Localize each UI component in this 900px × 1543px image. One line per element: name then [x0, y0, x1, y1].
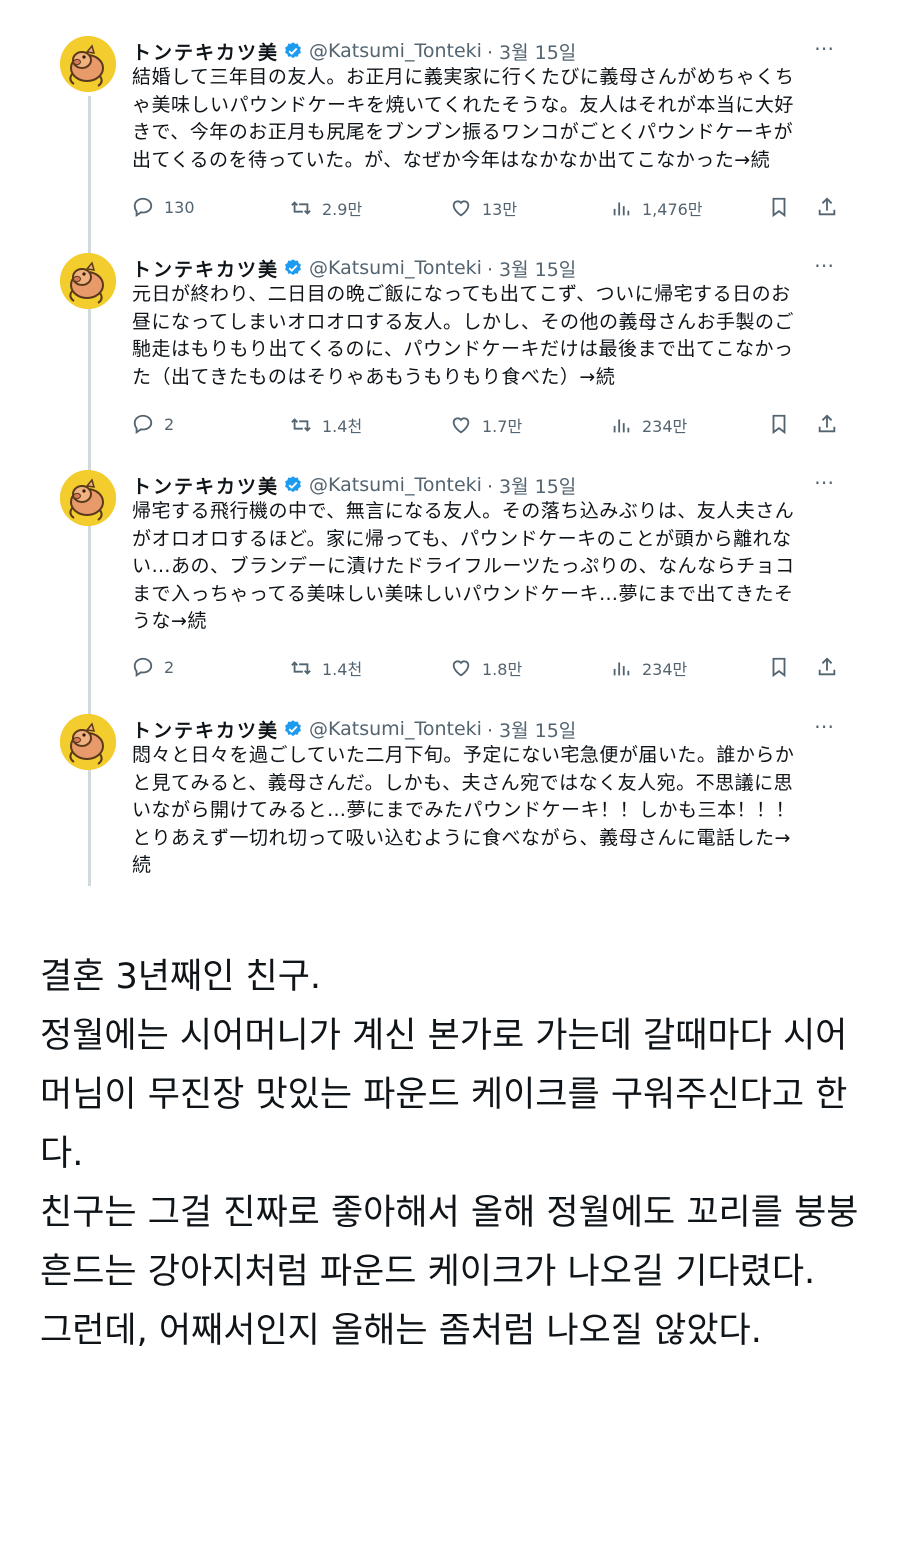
retweet-count: 1.4천 [322, 660, 363, 679]
bookmark-button[interactable] [768, 413, 800, 435]
tweet-date[interactable]: · 3월 15일 [487, 716, 576, 743]
like-count: 1.8만 [482, 660, 523, 679]
views-button[interactable]: 234만 [610, 413, 687, 437]
author-name[interactable]: トンテキカツ美 [132, 255, 279, 282]
view-count: 234만 [642, 660, 688, 679]
author-handle[interactable]: @Katsumi_Tonteki [309, 474, 482, 496]
retweet-count: 2.9만 [322, 200, 363, 219]
author-name[interactable]: トンテキカツ美 [132, 472, 279, 499]
like-count: 13만 [482, 200, 518, 219]
tweet-header: トンテキカツ美 @Katsumi_Tonteki · 3월 15일 [132, 38, 576, 64]
avatar[interactable] [60, 470, 116, 526]
bookmark-button[interactable] [768, 196, 800, 218]
avatar[interactable] [60, 714, 116, 770]
reply-count: 2 [164, 414, 175, 434]
reply-button[interactable]: 2 [132, 656, 174, 678]
author-name[interactable]: トンテキカツ美 [132, 38, 279, 65]
reply-icon [133, 657, 153, 677]
korean-translation-text: 결혼 3년째인 친구. 정월에는 시어머니가 계신 본가로 가는데 갈때마다 시… [40, 957, 859, 1351]
tweet-header: トンテキカツ美 @Katsumi_Tonteki · 3월 15일 [132, 255, 576, 281]
tweet-actions: 130 2.9만 13만 1,476만 [0, 196, 900, 224]
bookmark-icon [772, 657, 786, 678]
like-button[interactable]: 13만 [450, 196, 517, 220]
tweet-text: 帰宅する飛行機の中で、無言になる友人。その落ち込みぶりは、友人夫さん がオロオロ… [132, 500, 795, 632]
share-button[interactable] [816, 413, 848, 435]
tweet-date[interactable]: · 3월 15일 [487, 472, 576, 499]
retweet-button[interactable]: 1.4천 [290, 656, 362, 680]
like-button[interactable]: 1.8만 [450, 656, 522, 680]
author-handle[interactable]: @Katsumi_Tonteki [309, 257, 482, 279]
tweet-date[interactable]: · 3월 15일 [487, 38, 576, 65]
tweet-date[interactable]: · 3월 15일 [487, 255, 576, 282]
share-button[interactable] [816, 196, 848, 218]
author-name[interactable]: トンテキカツ美 [132, 716, 279, 743]
retweet-icon [291, 201, 311, 215]
pig-cutlet-avatar-icon [60, 36, 116, 92]
reply-button[interactable]: 130 [132, 196, 195, 218]
share-icon [818, 657, 836, 676]
retweet-button[interactable]: 2.9만 [290, 196, 362, 220]
author-handle[interactable]: @Katsumi_Tonteki [309, 40, 482, 62]
verified-badge-icon [283, 258, 303, 278]
reply-icon [133, 197, 153, 217]
heart-icon [452, 660, 470, 677]
more-options-icon[interactable]: ⋯ [814, 253, 835, 277]
pig-cutlet-avatar-icon [60, 714, 116, 770]
share-icon [818, 414, 836, 433]
retweet-icon [291, 661, 311, 675]
tweet-actions: 2 1.4천 1.8만 234만 [0, 656, 900, 684]
avatar[interactable] [60, 253, 116, 309]
like-count: 1.7만 [482, 417, 523, 436]
view-count: 234만 [642, 417, 688, 436]
bookmark-icon [772, 197, 786, 218]
avatar[interactable] [60, 36, 116, 92]
tweet-header: トンテキカツ美 @Katsumi_Tonteki · 3월 15일 [132, 716, 576, 742]
retweet-icon [291, 418, 311, 432]
share-button[interactable] [816, 656, 848, 678]
more-options-icon[interactable]: ⋯ [814, 714, 835, 738]
reply-icon [133, 414, 153, 434]
verified-badge-icon [283, 719, 303, 739]
reply-count: 130 [164, 197, 195, 217]
views-chart-icon [613, 202, 630, 216]
views-button[interactable]: 1,476만 [610, 196, 703, 220]
bookmark-button[interactable] [768, 656, 800, 678]
author-handle[interactable]: @Katsumi_Tonteki [309, 718, 482, 740]
retweet-button[interactable]: 1.4천 [290, 413, 362, 437]
tweet-text: 悶々と日々を過ごしていた二月下旬。予定にない宅急便が届いた。誰からか と見てみる… [132, 744, 796, 876]
pig-cutlet-avatar-icon [60, 253, 116, 309]
verified-badge-icon [283, 475, 303, 495]
more-options-icon[interactable]: ⋯ [814, 36, 835, 60]
heart-icon [452, 200, 470, 217]
tweet-actions: 2 1.4천 1.7만 234만 [0, 413, 900, 441]
pig-cutlet-avatar-icon [60, 470, 116, 526]
tweet-text: 結婚して三年目の友人。お正月に義実家に行くたびに義母さんがめちゃくち ゃ美味しい… [132, 66, 795, 171]
reply-button[interactable]: 2 [132, 413, 174, 435]
views-chart-icon [613, 662, 630, 676]
share-icon [818, 197, 836, 216]
view-count: 1,476만 [642, 200, 703, 219]
heart-icon [452, 417, 470, 434]
views-button[interactable]: 234만 [610, 656, 687, 680]
views-chart-icon [613, 419, 630, 433]
more-options-icon[interactable]: ⋯ [814, 470, 835, 494]
tweet-thread: トンテキカツ美 @Katsumi_Tonteki · 3월 15일 ⋯ 結婚して… [0, 0, 900, 900]
tweet-text: 元日が終わり、二日目の晩ご飯になっても出てこず、ついに帰宅する日のお 昼になって… [132, 283, 795, 388]
bookmark-icon [772, 414, 786, 435]
reply-count: 2 [164, 657, 175, 677]
like-button[interactable]: 1.7만 [450, 413, 522, 437]
retweet-count: 1.4천 [322, 417, 363, 436]
verified-badge-icon [283, 41, 303, 61]
tweet-header: トンテキカツ美 @Katsumi_Tonteki · 3월 15일 [132, 472, 576, 498]
